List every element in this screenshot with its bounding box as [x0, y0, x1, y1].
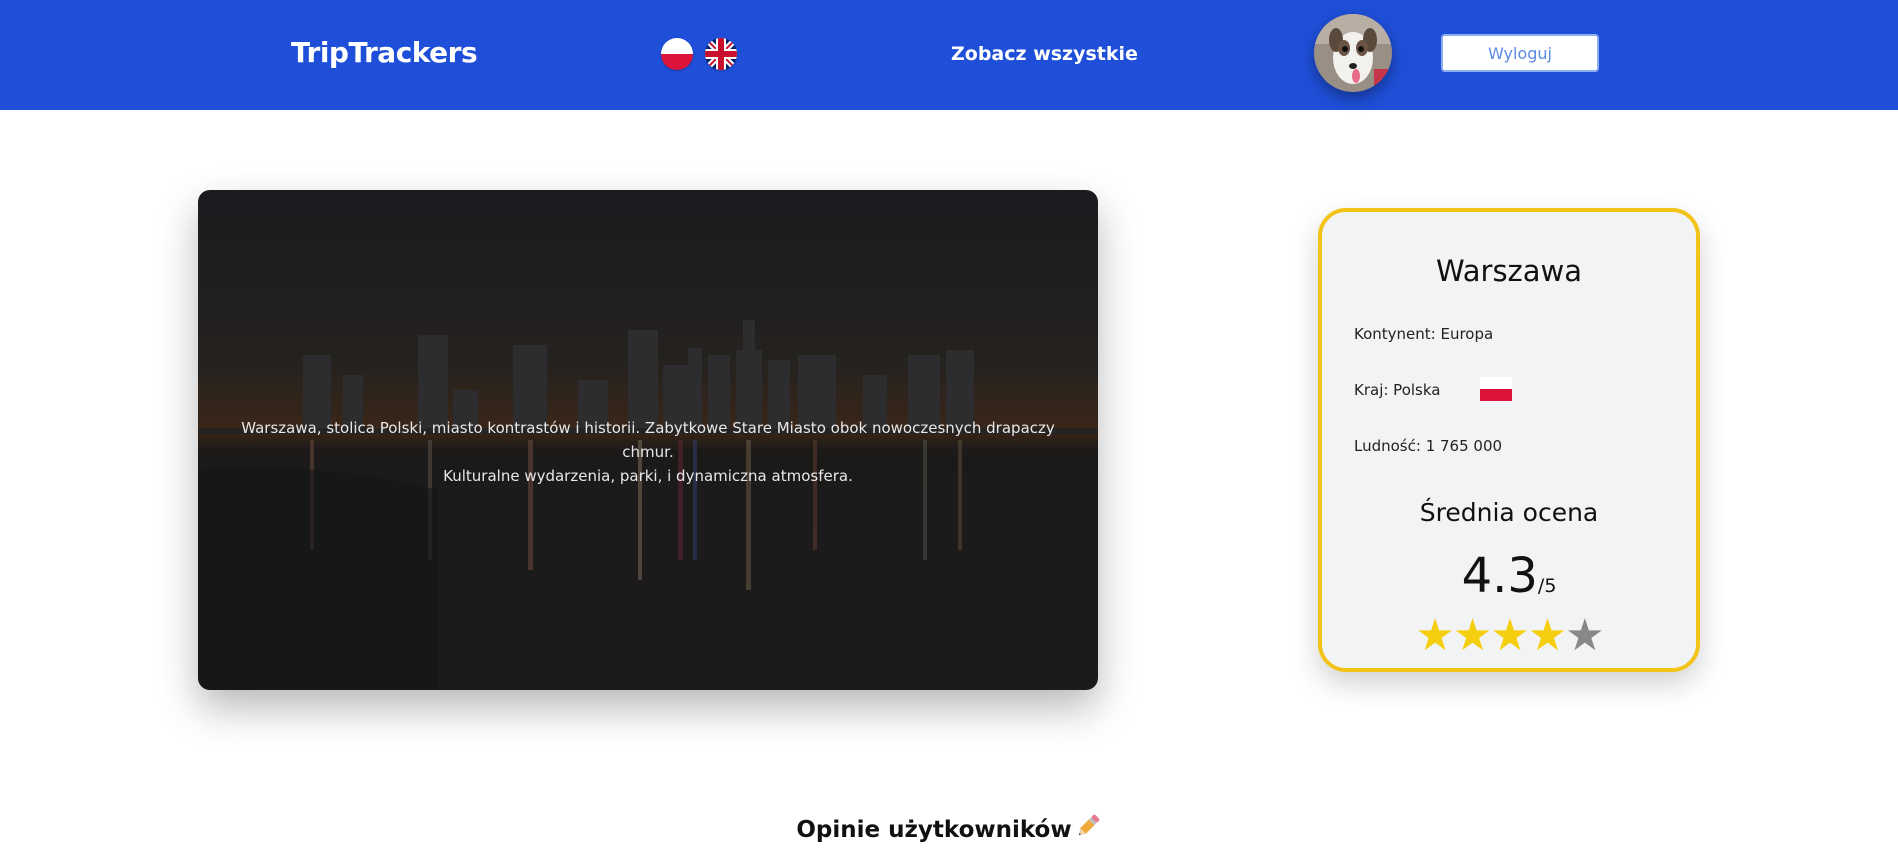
city-description: Warszawa, stolica Polski, miasto kontras…	[228, 416, 1068, 488]
see-all-link[interactable]: Zobacz wszystkie	[951, 43, 1138, 65]
star-filled-icon: ★	[1452, 610, 1492, 661]
star-rating: ★★★★★	[1322, 614, 1696, 658]
description-line-1: Warszawa, stolica Polski, miasto kontras…	[241, 419, 1055, 461]
description-line-2: Kulturalne wydarzenia, parki, i dynamicz…	[443, 467, 853, 485]
opinions-title: Opinie użytkowników	[0, 812, 1898, 846]
average-rating-title: Średnia ocena	[1419, 498, 1599, 527]
opinions-title-text: Opinie użytkowników	[796, 817, 1072, 843]
pl-flag-icon[interactable]	[661, 38, 693, 70]
city-info-card: Warszawa Kontynent: Europa Kraj: Polska …	[1318, 208, 1700, 672]
country-info: Kraj: Polska	[1354, 377, 1512, 401]
score-value: 4.3	[1461, 548, 1538, 604]
city-hero-image: Warszawa, stolica Polski, miasto kontras…	[198, 190, 1098, 690]
star-filled-icon: ★	[1490, 610, 1529, 661]
brand-logo[interactable]: TripTrackers	[291, 36, 478, 69]
star-filled-icon: ★	[1527, 610, 1567, 661]
pl-flag-icon	[1480, 377, 1512, 401]
avatar[interactable]	[1314, 14, 1392, 92]
star-filled-icon: ★	[1415, 610, 1454, 661]
city-name: Warszawa	[1435, 254, 1583, 288]
logout-button[interactable]: Wyloguj	[1441, 34, 1599, 72]
pencil-icon	[1074, 812, 1102, 846]
population-info: Ludność: 1 765 000	[1354, 437, 1503, 455]
country-label: Kraj: Polska	[1354, 381, 1441, 399]
top-navbar: TripTrackers Zobacz wszystkie Wyloguj	[0, 0, 1898, 110]
score-max: /5	[1537, 575, 1557, 597]
continent-info: Kontynent: Europa	[1354, 325, 1494, 343]
average-score: 4.3/5	[1322, 548, 1696, 604]
star-empty-icon: ★	[1565, 610, 1604, 661]
uk-flag-icon[interactable]	[705, 38, 737, 70]
